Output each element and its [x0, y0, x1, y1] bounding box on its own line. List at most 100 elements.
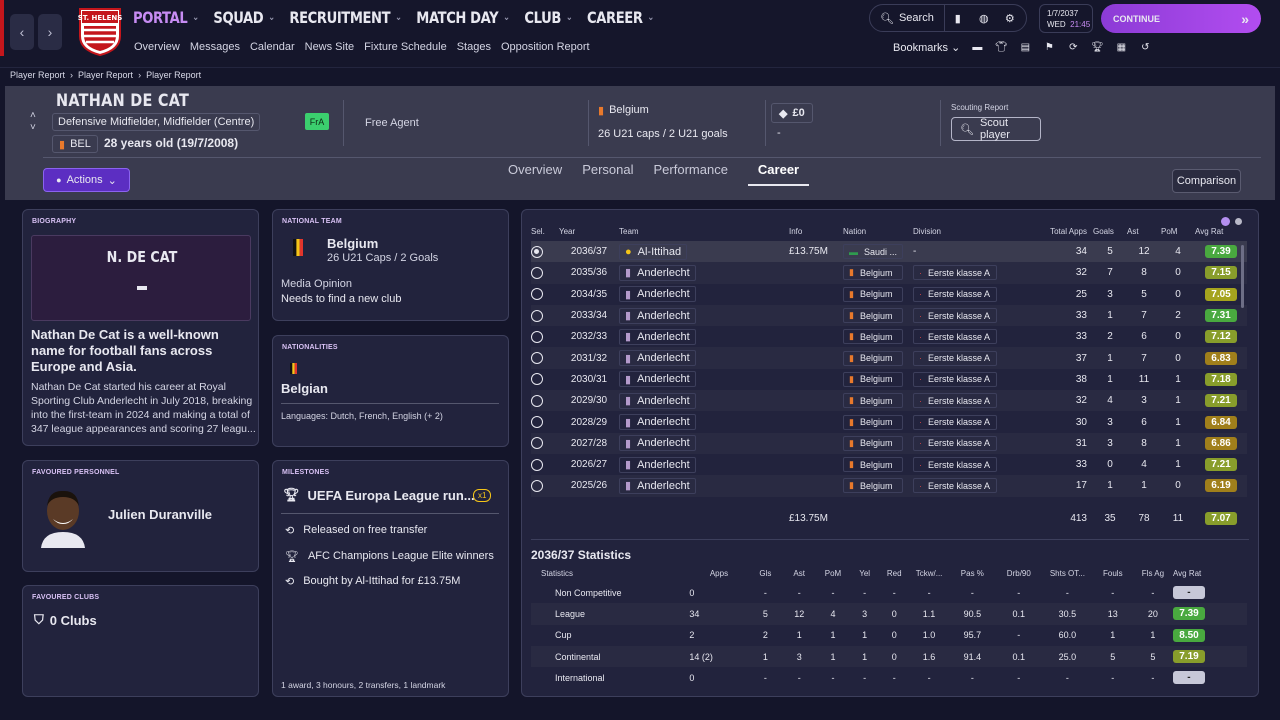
- tab-personal[interactable]: Personal: [582, 162, 633, 186]
- continue-button[interactable]: CONTINUE »: [1101, 4, 1261, 33]
- globe-icon[interactable]: ◍: [971, 5, 997, 31]
- team-chip[interactable]: ▮ Anderlecht: [619, 350, 696, 367]
- nation-chip[interactable]: ▮ Belgium: [843, 393, 903, 409]
- column-header[interactable]: Team: [619, 222, 789, 241]
- team-chip[interactable]: ▮ Anderlecht: [619, 414, 696, 431]
- table-row[interactable]: 2034/35 ▮ Anderlecht ▮ Belgium · Eerste klasse…: [531, 284, 1247, 305]
- column-header[interactable]: Info: [789, 222, 843, 241]
- division-chip[interactable]: · Eerste klasse A: [913, 435, 997, 451]
- table-row[interactable]: Non Competitive 0 - - - - - - - - - - - -: [531, 582, 1247, 603]
- breadcrumb-item[interactable]: Player Report: [78, 70, 133, 80]
- select-cell[interactable]: [531, 432, 559, 454]
- select-radio[interactable]: [531, 416, 543, 429]
- column-header[interactable]: PoM: [816, 565, 850, 582]
- column-header[interactable]: Division: [913, 222, 1013, 241]
- back-button[interactable]: ‹: [10, 14, 34, 50]
- select-radio[interactable]: [531, 458, 543, 471]
- table-row[interactable]: 2035/36 ▮ Anderlecht ▮ Belgium · Eerste klasse…: [531, 262, 1247, 284]
- column-header[interactable]: Avg Rat: [1195, 222, 1247, 241]
- team-chip[interactable]: ▮ Anderlecht: [619, 392, 696, 409]
- gear-icon[interactable]: ⚙: [997, 5, 1023, 31]
- bookmarks-dropdown[interactable]: Bookmarks ⌄: [893, 41, 960, 54]
- team-chip[interactable]: ▮ Anderlecht: [619, 328, 696, 345]
- subnav-overview[interactable]: Overview: [134, 41, 180, 53]
- column-header[interactable]: Shts OT...: [1042, 565, 1093, 582]
- select-radio[interactable]: [531, 394, 543, 407]
- personnel-name[interactable]: Julien Duranville: [108, 507, 212, 522]
- team-chip[interactable]: ▮ Anderlecht: [619, 477, 696, 494]
- select-cell[interactable]: [531, 326, 559, 347]
- column-header[interactable]: Ast: [1127, 222, 1161, 241]
- club-crest[interactable]: ST. HELENS: [78, 6, 122, 56]
- column-header[interactable]: Drb/90: [996, 565, 1042, 582]
- table-row[interactable]: 2036/37 ● Al-Ittihad £13.75M ▬ Saudi ... - 34 5 1…: [531, 241, 1247, 263]
- column-header[interactable]: Apps: [689, 565, 748, 582]
- column-header[interactable]: Statistics: [531, 565, 689, 582]
- select-cell[interactable]: [531, 475, 559, 497]
- column-header[interactable]: PoM: [1161, 222, 1195, 241]
- column-header[interactable]: Gls: [749, 565, 783, 582]
- search-button[interactable]: 🔍︎ Search: [870, 5, 945, 31]
- division-chip[interactable]: · Eerste klasse A: [913, 371, 997, 387]
- table-scrollbar[interactable]: [1241, 245, 1244, 308]
- column-header[interactable]: Fouls: [1093, 565, 1133, 582]
- nav-squad[interactable]: SQUAD ⌄: [213, 8, 275, 27]
- refresh-icon[interactable]: ⟳: [1066, 40, 1080, 54]
- column-header[interactable]: Fls Ag: [1133, 565, 1173, 582]
- subnav-opposition-report[interactable]: Opposition Report: [501, 41, 590, 53]
- team-chip[interactable]: ▮ Anderlecht: [619, 371, 696, 388]
- division-chip[interactable]: · Eerste klasse A: [913, 393, 997, 409]
- team-chip[interactable]: ▮ Anderlecht: [619, 307, 696, 324]
- select-radio[interactable]: [531, 309, 543, 322]
- trophy-icon[interactable]: 🏆︎: [1090, 40, 1104, 54]
- column-header[interactable]: Year: [559, 222, 619, 241]
- table-row[interactable]: Continental 14 (2) 1 3 1 1 0 1.6 91.4 0.1 25.0 5 5 7.…: [531, 645, 1247, 668]
- table-row[interactable]: 2028/29 ▮ Anderlecht ▮ Belgium · Eerste klasse…: [531, 411, 1247, 432]
- nav-career[interactable]: CAREER ⌄: [587, 8, 654, 27]
- team-chip[interactable]: ▮ Anderlecht: [619, 456, 696, 473]
- table-row[interactable]: 2031/32 ▮ Anderlecht ▮ Belgium · Eerste klasse…: [531, 347, 1247, 369]
- select-radio[interactable]: [531, 245, 543, 258]
- select-radio[interactable]: [531, 288, 543, 301]
- actions-button[interactable]: ● Actions ⌄: [43, 168, 130, 192]
- table-row[interactable]: 2026/27 ▮ Anderlecht ▮ Belgium · Eerste klasse…: [531, 454, 1247, 475]
- shirt-icon[interactable]: 👕︎: [994, 40, 1008, 54]
- select-radio[interactable]: [531, 373, 543, 386]
- nation-chip[interactable]: ▮ Belgium: [590, 100, 657, 120]
- nation-chip[interactable]: ▮ Belgium: [843, 329, 903, 345]
- column-header[interactable]: Ast: [782, 565, 816, 582]
- select-cell[interactable]: [531, 262, 559, 284]
- division-chip[interactable]: · Eerste klasse A: [913, 414, 997, 430]
- select-cell[interactable]: [531, 347, 559, 369]
- message-icon[interactable]: ▬: [970, 40, 984, 54]
- subnav-news-site[interactable]: News Site: [305, 41, 355, 53]
- select-radio[interactable]: [531, 352, 543, 365]
- table-row[interactable]: 2027/28 ▮ Anderlecht ▮ Belgium · Eerste klasse…: [531, 432, 1247, 454]
- select-cell[interactable]: [531, 454, 559, 475]
- nav-recruitment[interactable]: RECRUITMENT ⌄: [289, 8, 402, 27]
- column-header[interactable]: Avg Rat: [1173, 565, 1247, 582]
- nation-chip[interactable]: ▮ Belgium: [843, 457, 903, 473]
- bookmark-icon[interactable]: ▮: [945, 5, 971, 31]
- column-header[interactable]: Red: [879, 565, 909, 582]
- subnav-calendar[interactable]: Calendar: [250, 41, 295, 53]
- division-chip[interactable]: · Eerste klasse A: [913, 350, 997, 366]
- nation-chip[interactable]: ▮ Belgium: [843, 308, 903, 324]
- division-chip[interactable]: · Eerste klasse A: [913, 286, 997, 302]
- column-header[interactable]: Sel.: [531, 222, 559, 241]
- division-chip[interactable]: · Eerste klasse A: [913, 478, 997, 494]
- player-nationality[interactable]: ▮ BEL: [52, 135, 98, 153]
- nation-chip[interactable]: ▮ Belgium: [843, 371, 903, 387]
- column-header[interactable]: Goals: [1093, 222, 1127, 241]
- nav-match-day[interactable]: MATCH DAY ⌄: [416, 8, 510, 27]
- table-row[interactable]: 2032/33 ▮ Anderlecht ▮ Belgium · Eerste klasse…: [531, 326, 1247, 347]
- subnav-messages[interactable]: Messages: [190, 41, 240, 53]
- team-chip[interactable]: ● Al-Ittihad: [619, 243, 688, 260]
- report-icon[interactable]: ▤: [1018, 40, 1032, 54]
- team-chip[interactable]: ▮ Anderlecht: [619, 286, 696, 303]
- nation-chip[interactable]: ▮ Belgium: [843, 478, 903, 494]
- team-chip[interactable]: ▮ Anderlecht: [619, 264, 696, 281]
- nav-portal[interactable]: PORTAL ⌄: [133, 8, 199, 27]
- player-switch[interactable]: ˄ ˅: [30, 110, 36, 134]
- column-header[interactable]: Pas %: [949, 565, 995, 582]
